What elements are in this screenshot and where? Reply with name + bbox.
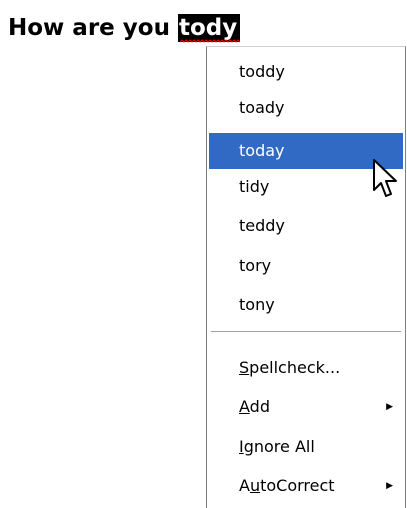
suggestion-tony[interactable]: tony [209,287,403,323]
ignore-all-menu-item[interactable]: Ignore All [209,429,403,465]
document-text[interactable]: How are you [8,15,178,41]
menu-item-label: Ignore All [239,437,315,456]
menu-item-label: Spellcheck... [239,358,341,377]
suggestion-toddy[interactable]: toddy [209,54,403,90]
suggestion-label: teddy [239,216,285,235]
submenu-arrow-icon: ▶ [386,402,393,412]
spelling-squiggle [179,39,240,43]
menu-item-label: Add [239,397,270,416]
mouse-cursor-icon [373,159,397,197]
submenu-arrow-icon: ▶ [386,481,393,491]
spellcheck-context-menu: toddy toady today tidy teddy tory tony S… [206,46,406,508]
misspelled-word[interactable]: tody [177,14,241,43]
add-menu-item[interactable]: Add ▶ [209,389,403,425]
suggestion-label: tory [239,256,272,275]
suggestion-label: toady [239,98,285,117]
suggestion-teddy[interactable]: teddy [209,208,403,244]
menu-separator [211,331,401,333]
document-text-line[interactable]: How are you tody [8,14,241,44]
menu-item-label: AutoCorrect [239,476,335,495]
suggestion-toady[interactable]: toady [209,90,403,126]
autocorrect-menu-item[interactable]: AutoCorrect ▶ [209,468,403,504]
spellcheck-menu-item[interactable]: Spellcheck... [209,350,403,386]
misspelled-word-text: tody [178,15,238,41]
suggestion-tory[interactable]: tory [209,248,403,284]
suggestion-label: toddy [239,62,285,81]
suggestion-label: tony [239,295,275,314]
page: How are you tody toddy toady today tidy … [0,0,407,508]
suggestion-label: tidy [239,177,270,196]
suggestion-label: today [239,141,285,160]
